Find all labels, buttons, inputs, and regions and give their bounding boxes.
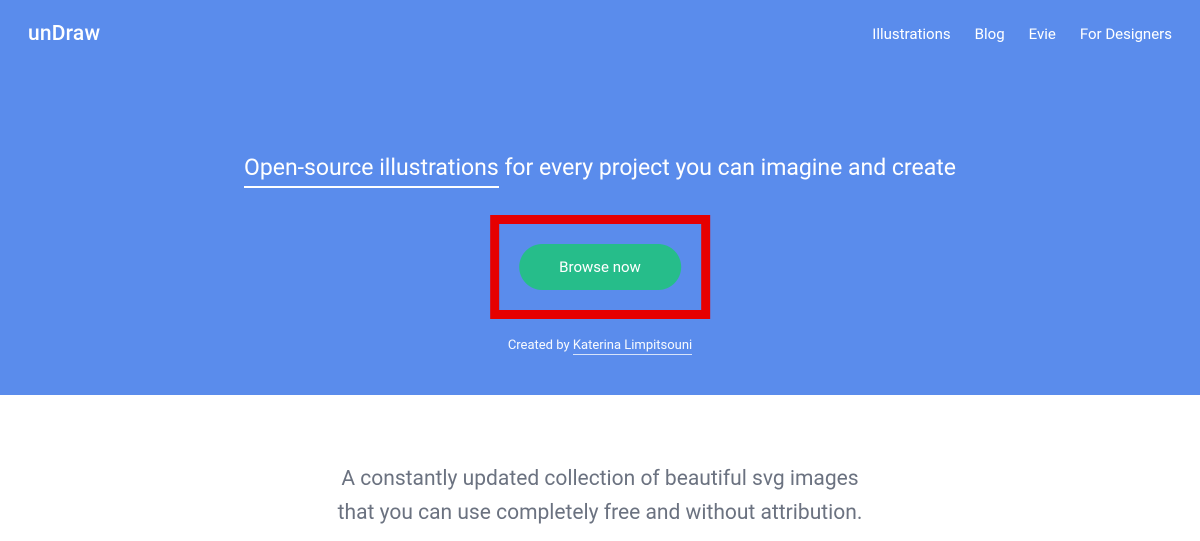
description: A constantly updated collection of beaut… bbox=[0, 463, 1200, 530]
nav-illustrations[interactable]: Illustrations bbox=[872, 25, 950, 43]
tagline-rest: for every project you can imagine and cr… bbox=[499, 154, 956, 181]
nav-blog[interactable]: Blog bbox=[975, 25, 1005, 43]
tagline: Open-source illustrations for every proj… bbox=[0, 154, 1200, 188]
created-by: Created by Katerina Limpitsouni bbox=[0, 338, 1200, 353]
nav-evie[interactable]: Evie bbox=[1029, 25, 1056, 43]
nav: Illustrations Blog Evie For Designers bbox=[872, 25, 1172, 43]
tagline-emphasis: Open-source illustrations bbox=[244, 154, 499, 188]
highlight-annotation: Browse now bbox=[490, 215, 710, 319]
nav-for-designers[interactable]: For Designers bbox=[1080, 25, 1172, 43]
created-prefix: Created by bbox=[508, 338, 573, 353]
description-line-2: that you can use completely free and wit… bbox=[0, 497, 1200, 531]
created-author-link[interactable]: Katerina Limpitsouni bbox=[573, 338, 692, 355]
browse-now-button[interactable]: Browse now bbox=[519, 244, 681, 290]
description-line-1: A constantly updated collection of beaut… bbox=[0, 463, 1200, 497]
hero-section: unDraw Illustrations Blog Evie For Desig… bbox=[0, 0, 1200, 395]
header: unDraw Illustrations Blog Evie For Desig… bbox=[0, 0, 1200, 46]
logo[interactable]: unDraw bbox=[28, 22, 100, 46]
